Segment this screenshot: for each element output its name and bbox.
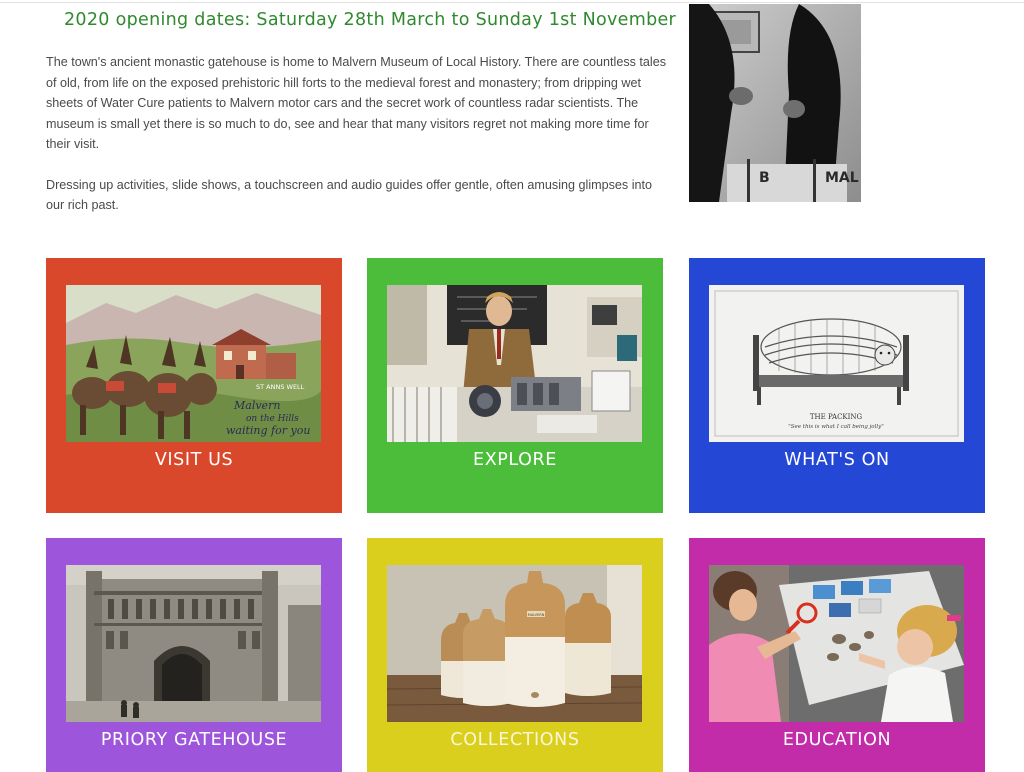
tile-explore[interactable]: EXPLORE [367, 258, 663, 513]
top-divider [0, 2, 1024, 3]
education-image [709, 565, 964, 722]
postcard-sign: ST ANNS WELL [256, 383, 305, 391]
tile-visit-us[interactable]: ST ANNS WELL Malvern on the Hills waitin… [46, 258, 342, 513]
intro-paragraph-2: Dressing up activities, slide shows, a t… [46, 177, 653, 213]
hero-sign-letter: B [759, 170, 770, 186]
cartoon-caption: "See this is what I call being jolly" [788, 424, 884, 430]
collections-image: MALVERN [387, 565, 642, 722]
postcard-script-line-3: waiting for you [226, 424, 310, 437]
explore-image [387, 285, 642, 442]
tile-label: WHAT'S ON [784, 450, 890, 470]
tile-education[interactable]: EDUCATION [689, 538, 985, 772]
cartoon-title: THE PACKING [810, 413, 863, 421]
hero-photo-monks: B MAL [689, 4, 861, 202]
tile-label: VISIT US [154, 450, 234, 470]
tile-label: COLLECTIONS [450, 730, 580, 750]
hero-sign-text: MAL [825, 170, 859, 186]
postcard-script-line-1: Malvern [233, 399, 280, 412]
intro-text: The town's ancient monastic gatehouse is… [46, 52, 668, 236]
tile-label: PRIORY GATEHOUSE [100, 730, 288, 750]
postcard-script-line-2: on the Hills [246, 414, 299, 424]
whats-on-image: THE PACKING "See this is what I call bei… [709, 285, 964, 442]
jar-label: MALVERN [528, 613, 545, 617]
page: 2020 opening dates: Saturday 28th March … [0, 0, 1024, 772]
priory-gatehouse-image [66, 565, 321, 722]
tile-collections[interactable]: MALVERN COLLECTIONS [367, 538, 663, 772]
tile-priory-gatehouse[interactable]: PRIORY GATEHOUSE [46, 538, 342, 772]
intro-paragraph-1: The town's ancient monastic gatehouse is… [46, 55, 667, 151]
tile-whats-on[interactable]: THE PACKING "See this is what I call bei… [689, 258, 985, 513]
tile-label: EXPLORE [473, 450, 557, 470]
visit-us-image: ST ANNS WELL Malvern on the Hills waitin… [66, 285, 321, 442]
opening-dates-heading: 2020 opening dates: Saturday 28th March … [64, 10, 677, 30]
tile-label: EDUCATION [782, 730, 892, 750]
